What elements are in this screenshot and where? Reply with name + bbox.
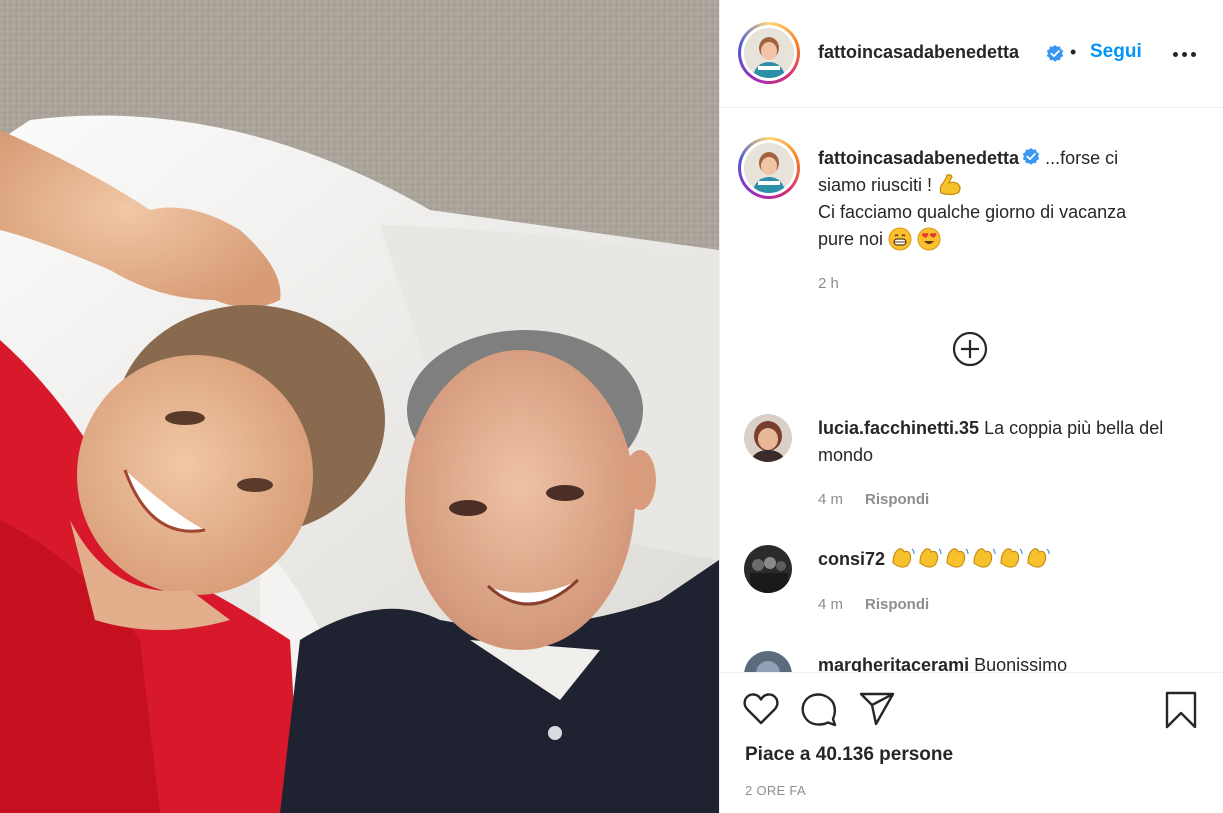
heart-eyes-emoji — [917, 227, 941, 251]
follow-button[interactable]: Segui — [1090, 41, 1142, 63]
comment-avatar-image — [744, 545, 792, 593]
bookmark-icon[interactable] — [1163, 691, 1199, 729]
comment-meta: 4 m Rispondi — [818, 491, 929, 508]
waving-hand-emoji — [892, 548, 1050, 568]
post-photo[interactable] — [0, 0, 719, 813]
author-avatar[interactable] — [738, 22, 800, 84]
caption-line-4: pure noi — [818, 229, 884, 249]
comment-time: 4 m — [818, 491, 844, 508]
comment-text: consi72 — [818, 546, 1188, 573]
caption-line-3: Ci facciamo qualche giorno di vacanza — [818, 202, 1127, 222]
post-header: fattoincasadabenedetta • Segui — [720, 0, 1223, 108]
instagram-post: fattoincasadabenedetta • Segui fattoinca… — [0, 0, 1223, 813]
caption-avatar-image — [744, 143, 794, 193]
comment-avatar[interactable] — [744, 414, 792, 462]
caption-line-2: siamo riusciti ! — [818, 175, 933, 195]
likes-count[interactable]: Piace a 40.136 persone — [745, 744, 953, 766]
comment-meta: 4 m Rispondi — [818, 596, 929, 613]
share-icon[interactable] — [858, 691, 896, 727]
comment-username[interactable]: lucia.facchinetti.35 — [818, 418, 979, 438]
comment-text: margheritacerami Buonissimo — [818, 652, 1188, 672]
selfie-image — [0, 0, 719, 813]
post-details-panel: fattoincasadabenedetta • Segui fattoinca… — [719, 0, 1223, 813]
comment-avatar[interactable] — [744, 545, 792, 593]
comment-text: lucia.facchinetti.35 La coppia più bella … — [818, 415, 1188, 469]
comment-time: 4 m — [818, 596, 844, 613]
reply-button[interactable]: Rispondi — [865, 596, 929, 613]
comment-avatar[interactable] — [744, 651, 792, 672]
comments-list[interactable]: lucia.facchinetti.35 La coppia più bella … — [720, 398, 1223, 672]
verified-badge-icon — [1046, 45, 1064, 62]
comment-avatar-image — [744, 414, 792, 462]
post-date: 2 ORE FA — [745, 783, 806, 798]
verified-badge-icon — [1022, 148, 1040, 166]
more-options-icon[interactable] — [1173, 52, 1196, 57]
flexed-biceps-emoji — [939, 173, 961, 195]
post-actions: Piace a 40.136 persone 2 ORE FA — [720, 672, 1223, 813]
author-username[interactable]: fattoincasadabenedetta — [818, 42, 1019, 63]
comment-username[interactable]: margheritacerami — [818, 655, 969, 672]
caption-author-avatar[interactable] — [738, 137, 800, 199]
caption-timestamp: 2 h — [818, 275, 839, 292]
comment-content: Buonissimo — [974, 655, 1068, 672]
reply-button[interactable]: Rispondi — [865, 491, 929, 508]
heart-icon[interactable] — [742, 691, 780, 727]
comment-username[interactable]: consi72 — [818, 549, 885, 569]
separator-dot: • — [1070, 42, 1077, 62]
load-more-comments-icon[interactable] — [951, 330, 989, 368]
caption-username[interactable]: fattoincasadabenedetta — [818, 148, 1019, 168]
author-avatar-image — [744, 28, 794, 78]
caption-text: fattoincasadabenedetta ...forse ci siamo… — [818, 145, 1178, 253]
comment-icon[interactable] — [800, 691, 838, 727]
comment-avatar-image — [744, 651, 792, 672]
grinning-emoji — [888, 227, 912, 251]
caption-line-1: ...forse ci — [1045, 148, 1119, 168]
